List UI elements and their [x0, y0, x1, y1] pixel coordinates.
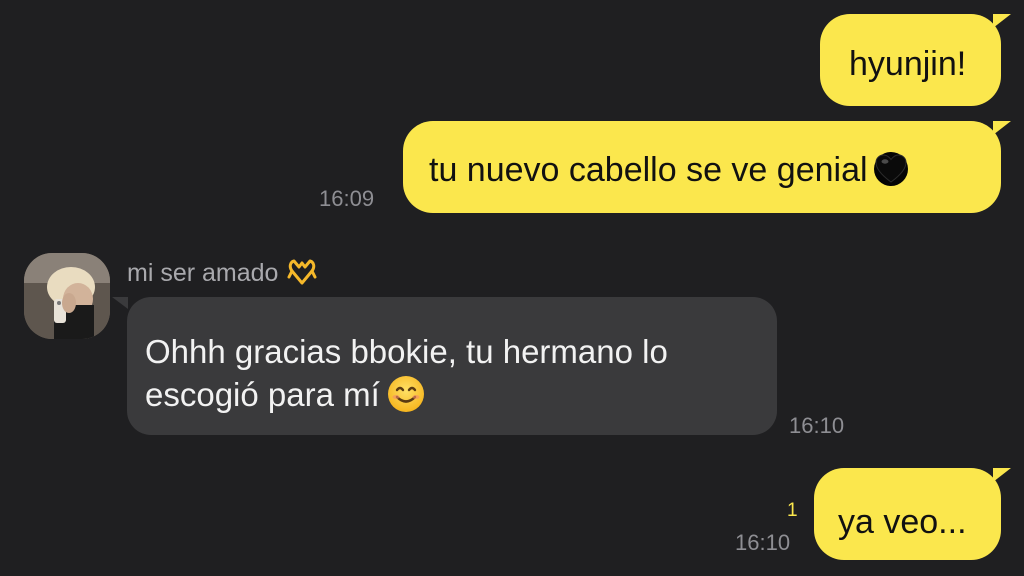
- message-text: ya veo...: [838, 503, 967, 541]
- contact-avatar[interactable]: [24, 253, 110, 339]
- message-text: hyunjin!: [849, 45, 967, 83]
- message-timestamp: 16:10: [735, 530, 791, 555]
- contact-name[interactable]: mi ser amado: [127, 257, 318, 288]
- heart-hands-icon: [286, 257, 318, 285]
- chat-window: hyunjin! tu nuevo cabello se ve genial 1…: [0, 0, 1024, 576]
- outgoing-message-bubble[interactable]: hyunjin!: [820, 14, 1001, 106]
- smiling-face-icon: [386, 374, 426, 414]
- black-heart-icon: [873, 152, 908, 186]
- message-timestamp: 16:09: [319, 186, 375, 211]
- outgoing-message-bubble[interactable]: ya veo...: [814, 468, 1001, 560]
- bubble-tail: [993, 14, 1011, 28]
- outgoing-message-bubble[interactable]: tu nuevo cabello se ve genial: [403, 121, 1001, 213]
- bubble-tail: [993, 468, 1011, 482]
- incoming-message-bubble[interactable]: Ohhh gracias bbokie, tu hermano lo escog…: [127, 297, 777, 435]
- message-text-line: Ohhh gracias bbokie, tu hermano lo: [145, 333, 668, 370]
- message-timestamp: 16:10: [789, 413, 845, 438]
- bubble-tail: [112, 297, 128, 309]
- unread-count: 1: [787, 500, 798, 521]
- message-text: tu nuevo cabello se ve genial: [429, 151, 868, 189]
- bubble-tail: [993, 121, 1011, 135]
- message-text-line: escogió para mí: [145, 373, 777, 416]
